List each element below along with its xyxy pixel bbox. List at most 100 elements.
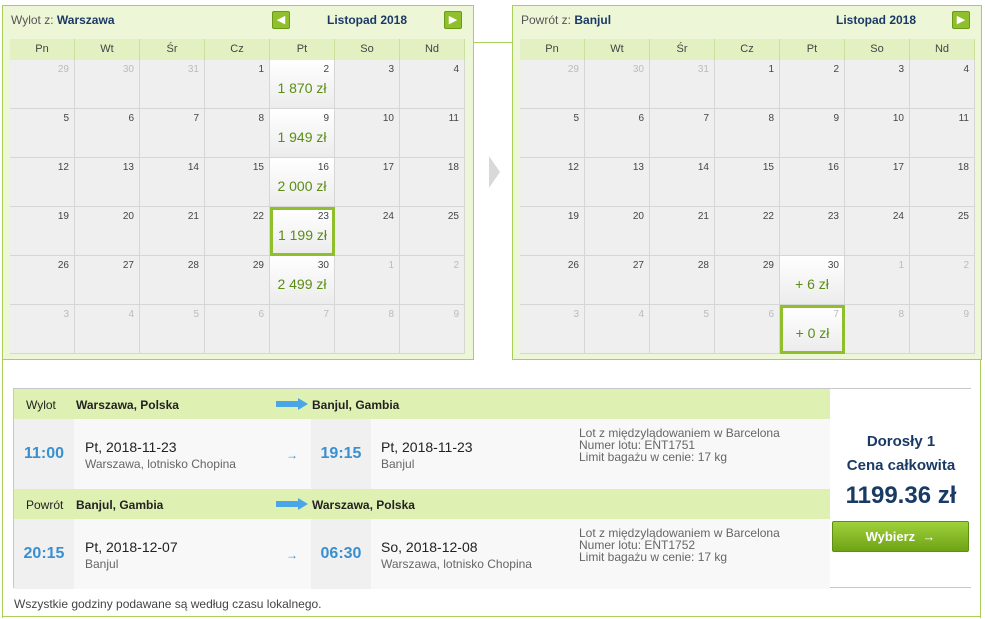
calendar-day: 4 <box>910 60 975 109</box>
day-number: 14 <box>187 162 199 173</box>
weekday-label: Pn <box>520 39 585 60</box>
calendar-day: 3 <box>10 305 75 354</box>
total-price-label: Cena całkowita <box>846 457 956 474</box>
calendar-day-priced[interactable]: 2 1 870 zł <box>270 60 335 109</box>
calendar-day: 19 <box>10 207 75 256</box>
calendar-day: 17 <box>335 158 400 207</box>
calendar-day: 23 <box>780 207 845 256</box>
day-number: 10 <box>892 113 904 124</box>
flight-summary: Wylot Warszawa, Polska Banjul, Gambia 11… <box>13 388 971 589</box>
return-departure-time: 20:15 <box>14 519 74 589</box>
outbound-arrival-time: 19:15 <box>311 419 371 489</box>
day-number: 3 <box>63 309 69 320</box>
arrow-left-icon: ◀ <box>276 14 286 26</box>
calendar-day: 21 <box>140 207 205 256</box>
calendar-day: 27 <box>75 256 140 305</box>
calendar-day: 18 <box>910 158 975 207</box>
day-number: 9 <box>453 309 459 320</box>
return-flight-info: Lot z międzylądowaniem w Barcelona Numer… <box>579 526 780 564</box>
calendar-day: 29 <box>205 256 270 305</box>
day-number: 2 <box>453 260 459 271</box>
day-number: 20 <box>632 211 644 222</box>
day-price: 1 870 zł <box>277 80 327 96</box>
calendar-week: 3 4 5 6 7 + 0 zł 8 9 <box>520 305 975 354</box>
day-number: 17 <box>892 162 904 173</box>
day-number: 22 <box>252 211 264 222</box>
day-number: 16 <box>317 162 329 173</box>
frame-bottom-line <box>2 616 981 617</box>
calendar-week: 19 20 21 22 23 24 25 <box>520 207 975 256</box>
calendar-day-priced[interactable]: 9 1 949 zł <box>270 109 335 158</box>
outbound-to: Banjul, Gambia <box>312 398 400 412</box>
calendar-day: 25 <box>910 207 975 256</box>
select-button-label: Wybierz <box>865 529 916 544</box>
day-number: 1 <box>258 64 264 75</box>
calendar-day: 1 <box>335 256 400 305</box>
calendar-day: 4 <box>400 60 465 109</box>
day-number: 10 <box>382 113 394 124</box>
day-number: 26 <box>57 260 69 271</box>
calendar-day: 29 <box>715 256 780 305</box>
calendar-day: 31 <box>650 60 715 109</box>
weekday-label: Nd <box>400 39 465 60</box>
day-number: 29 <box>762 260 774 271</box>
calendar-day: 17 <box>845 158 910 207</box>
calendar-day-priced[interactable]: 23 1 199 zł <box>270 207 335 256</box>
return-arrival-date: So, 2018-12-08 <box>381 539 478 555</box>
next-month-button[interactable]: ▶ <box>444 11 462 29</box>
calendar-day: 12 <box>10 158 75 207</box>
frame-left-line <box>2 360 3 618</box>
calendar-day: 2 <box>910 256 975 305</box>
calendar-day: 2 <box>780 60 845 109</box>
calendar-day-priced[interactable]: 7 + 0 zł <box>780 305 845 354</box>
select-button[interactable]: Wybierz → <box>832 521 969 552</box>
outbound-calendar: Wylot z: Warszawa ◀ Listopad 2018 ▶ Pn Wt… <box>2 5 474 360</box>
day-number: 6 <box>258 309 264 320</box>
calendar-day: 25 <box>400 207 465 256</box>
calendar-day: 6 <box>715 305 780 354</box>
return-from: Banjul, Gambia <box>76 498 164 512</box>
connector-line <box>474 42 512 43</box>
calendar-day: 6 <box>205 305 270 354</box>
day-number: 6 <box>638 113 644 124</box>
day-number: 7 <box>193 113 199 124</box>
outbound-arrival-date: Pt, 2018-11-23 <box>381 439 473 455</box>
outbound-direction: Wylot z: Warszawa <box>11 13 115 27</box>
calendar-week: 26 27 28 29 30 2 499 zł 1 2 <box>10 256 465 305</box>
calendar-day: 15 <box>715 158 780 207</box>
outbound-segment-header: Wylot Warszawa, Polska Banjul, Gambia <box>14 389 830 419</box>
day-price: + 0 zł <box>795 325 830 341</box>
calendar-day: 4 <box>585 305 650 354</box>
day-number: 3 <box>898 64 904 75</box>
calendar-day: 7 <box>270 305 335 354</box>
return-city: Banjul <box>574 13 612 27</box>
calendar-day: 15 <box>205 158 270 207</box>
next-month-button[interactable]: ▶ <box>952 11 970 29</box>
calendar-day: 13 <box>75 158 140 207</box>
outbound-month-label: Listopad 2018 <box>327 13 408 27</box>
weekday-label: Śr <box>140 39 205 60</box>
calendar-day: 22 <box>205 207 270 256</box>
calendar-day: 6 <box>585 109 650 158</box>
calendar-week: 26 27 28 29 30 + 6 zł 1 2 <box>520 256 975 305</box>
calendar-day-priced[interactable]: 30 2 499 zł <box>270 256 335 305</box>
calendar-day: 10 <box>335 109 400 158</box>
calendar-day-priced[interactable]: 16 2 000 zł <box>270 158 335 207</box>
outbound-calendar-grid: Pn Wt Śr Cz Pt So Nd 29 30 31 1 2 1 870 zł 3 4 5 6 7 8 9 1 9… <box>10 39 465 354</box>
day-number: 23 <box>317 211 329 222</box>
outbound-arrival-place: Banjul <box>381 457 415 471</box>
return-direction: Powrót z: Banjul <box>521 13 612 27</box>
calendar-day: 30 <box>585 60 650 109</box>
day-number: 23 <box>827 211 839 222</box>
weekday-label: Pt <box>780 39 845 60</box>
calendar-week: 12 13 14 15 16 2 000 zł 17 18 <box>10 158 465 207</box>
calendar-day: 7 <box>650 109 715 158</box>
calendar-week: 5 6 7 8 9 10 11 <box>520 109 975 158</box>
calendar-day-priced[interactable]: 30 + 6 zł <box>780 256 845 305</box>
calendar-day: 9 <box>400 305 465 354</box>
prev-month-button[interactable]: ◀ <box>272 11 290 29</box>
calendar-day: 16 <box>780 158 845 207</box>
return-departure-date: Pt, 2018-12-07 <box>85 539 178 555</box>
day-number: 5 <box>573 113 579 124</box>
passenger-count: Dorosły 1 <box>866 433 936 450</box>
